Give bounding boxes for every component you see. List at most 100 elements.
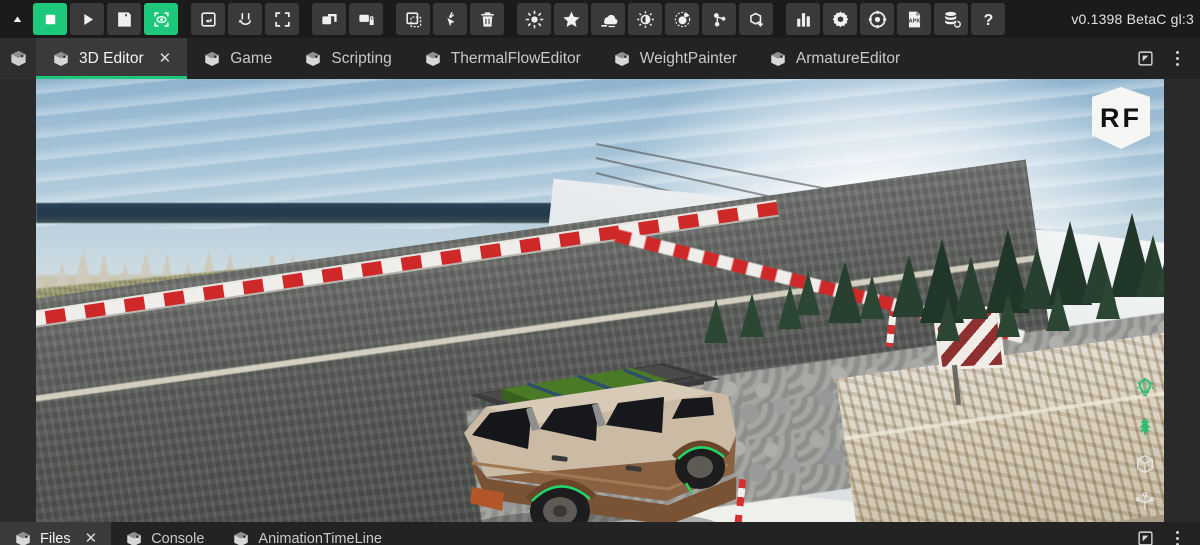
- conifer-tree: [778, 285, 802, 329]
- move-tool-button[interactable]: [191, 3, 225, 35]
- bottom-tab-files[interactable]: Files ✕: [0, 522, 112, 545]
- brightness-half-icon: [636, 10, 655, 29]
- node-graph-button[interactable]: [702, 3, 736, 35]
- gear-cube-icon: [831, 10, 850, 29]
- bounding-box-toggle[interactable]: [1132, 451, 1158, 477]
- wire-gizmo-icon: [1134, 491, 1156, 513]
- tab-label: ThermalFlowEditor: [450, 49, 581, 67]
- scene-viewport-3d[interactable]: RF: [36, 79, 1164, 522]
- pick-object-button[interactable]: [433, 3, 467, 35]
- cursor-pick-icon: [441, 10, 460, 29]
- conifer-tree: [860, 275, 884, 319]
- cube-plus-icon: [747, 10, 766, 29]
- tab-label: Files: [40, 530, 71, 545]
- maximize-panel-button[interactable]: [1130, 44, 1160, 74]
- tab-scripting[interactable]: Scripting: [288, 38, 408, 79]
- play-button[interactable]: [70, 3, 104, 35]
- cube-icon: [424, 50, 442, 68]
- bottom-tab-console[interactable]: Console: [111, 522, 218, 545]
- object-lock-icon: [357, 10, 376, 29]
- tab-label: ArmatureEditor: [795, 49, 901, 67]
- favorite-button[interactable]: [554, 3, 588, 35]
- cube-icon: [14, 530, 32, 545]
- question-mark-icon: ?: [979, 10, 998, 29]
- help-button[interactable]: ?: [971, 3, 1005, 35]
- more-vertical-icon: [1175, 531, 1179, 545]
- tab-label: 3D Editor: [79, 49, 144, 67]
- collapse-toolbar-button[interactable]: [4, 3, 30, 35]
- triangle-up-icon: [10, 12, 25, 27]
- save-button[interactable]: [107, 3, 141, 35]
- close-icon[interactable]: ✕: [159, 51, 172, 66]
- tab-thermalfloweditor[interactable]: ThermalFlowEditor: [407, 38, 597, 79]
- trash-can-icon: [478, 10, 497, 29]
- rotate-tool-button[interactable]: [228, 3, 262, 35]
- svg-text:?: ?: [983, 12, 993, 29]
- conifer-tree: [1046, 287, 1070, 331]
- cube-icon: [125, 530, 143, 545]
- settings-button[interactable]: [823, 3, 857, 35]
- cube-icon: [304, 50, 322, 68]
- statistics-button[interactable]: [786, 3, 820, 35]
- floppy-disk-icon: [115, 10, 134, 29]
- export-apk-button[interactable]: APK: [897, 3, 931, 35]
- conifer-tree: [828, 261, 862, 323]
- brightness-button[interactable]: [628, 3, 662, 35]
- translate-arrow-icon: [199, 10, 218, 29]
- panel-menu-button[interactable]: [1162, 44, 1192, 74]
- left-rail: [0, 79, 36, 522]
- particle-orbit-button[interactable]: [665, 3, 699, 35]
- light-bulb-toggle[interactable]: [1132, 375, 1158, 401]
- vehicle-suv[interactable]: [428, 337, 758, 522]
- scale-corners-icon: [273, 10, 292, 29]
- preview-visibility-button[interactable]: [144, 3, 178, 35]
- tab-game[interactable]: Game: [187, 38, 289, 79]
- viewport-overlay-tools: [1132, 375, 1158, 515]
- scale-tool-button[interactable]: [265, 3, 299, 35]
- sun-rays-icon: [525, 10, 544, 29]
- stop-button[interactable]: [33, 3, 67, 35]
- target-settings-button[interactable]: [860, 3, 894, 35]
- conifer-tree: [740, 293, 764, 337]
- node-link-icon: [710, 10, 729, 29]
- delete-object-button[interactable]: [470, 3, 504, 35]
- conifer-tree: [704, 299, 728, 343]
- main-toolbar: APK? v0.1398 BetaC gl:3: [0, 0, 1200, 38]
- right-rail: [1164, 79, 1200, 522]
- tab-label: WeightPainter: [639, 49, 737, 67]
- tab-weightpainter[interactable]: WeightPainter: [596, 38, 753, 79]
- database-refresh-button[interactable]: [934, 3, 968, 35]
- stop-square-icon: [41, 10, 60, 29]
- more-vertical-icon: [1175, 51, 1179, 66]
- close-icon[interactable]: ✕: [85, 531, 98, 545]
- copy-objects-icon: [320, 10, 339, 29]
- vegetation-toggle[interactable]: [1132, 413, 1158, 439]
- weather-clouds-button[interactable]: [591, 3, 625, 35]
- maximize-panel-button[interactable]: [1130, 524, 1160, 545]
- star-icon: [562, 10, 581, 29]
- tab-label: AnimationTimeLine: [258, 530, 382, 545]
- duplicate-object-button[interactable]: [312, 3, 346, 35]
- editor-tab-bar: 3D Editor ✕ Game Scripting ThermalFlowEditor…: [0, 38, 1200, 79]
- cloud-icon: [599, 10, 618, 29]
- add-primitive-button[interactable]: [739, 3, 773, 35]
- bottom-tab-animationtimeline[interactable]: AnimationTimeLine: [218, 522, 396, 545]
- gizmo-toggle[interactable]: [1132, 489, 1158, 515]
- lock-object-button[interactable]: [349, 3, 383, 35]
- bottombar-controls: [1130, 522, 1200, 545]
- cube-icon: [52, 50, 70, 68]
- bar-chart-icon: [794, 10, 813, 29]
- panel-menu-button[interactable]: [1162, 524, 1192, 545]
- dashed-selection-icon: [404, 10, 423, 29]
- cube-icon: [203, 50, 221, 68]
- sun-light-button[interactable]: [517, 3, 551, 35]
- tabbar-controls: [1130, 38, 1200, 79]
- tree-icon: [1134, 415, 1156, 437]
- tab-armatureeditor[interactable]: ArmatureEditor: [752, 38, 917, 79]
- cube-icon: [232, 530, 250, 545]
- gear-target-icon: [868, 10, 887, 29]
- tab-label: Console: [151, 530, 205, 545]
- tab-3d-editor[interactable]: 3D Editor ✕: [36, 38, 188, 79]
- select-region-button[interactable]: [396, 3, 430, 35]
- cube-icon: [613, 50, 631, 68]
